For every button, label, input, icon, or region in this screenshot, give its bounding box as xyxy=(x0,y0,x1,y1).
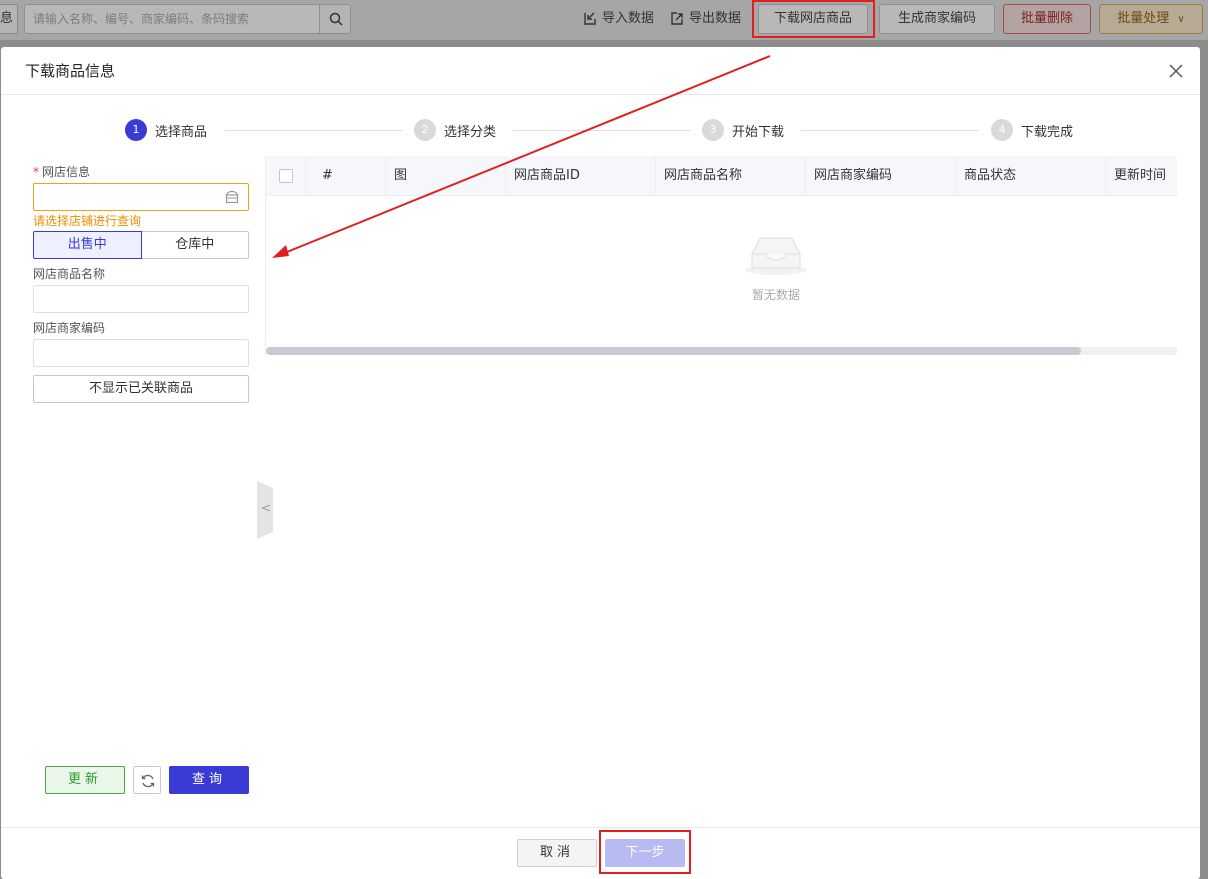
query-button[interactable]: 查询 xyxy=(169,766,249,794)
background-generate-button: 生成商家编码 xyxy=(879,4,995,34)
shop-label-text: 网店信息 xyxy=(42,165,91,179)
select-all-checkbox[interactable] xyxy=(279,169,293,183)
background-search-input: 请输入名称、编号、商家编码、条码搜索 xyxy=(24,4,320,34)
update-button[interactable]: 更新 xyxy=(45,766,125,794)
background-stub-tab: 息 xyxy=(0,4,18,34)
modal-title: 下载商品信息 xyxy=(25,62,116,80)
horizontal-scrollbar[interactable] xyxy=(266,347,1177,355)
stepper: 1 选择商品 2 选择分类 3 开始下载 4 下载完成 xyxy=(1,119,1200,141)
hide-linked-button[interactable]: 不显示已关联商品 xyxy=(33,375,249,403)
modal-header: 下载商品信息 xyxy=(1,47,1200,95)
import-icon xyxy=(584,12,596,25)
column-header-image: 图 xyxy=(386,156,506,196)
column-header-status: 商品状态 xyxy=(956,156,1106,196)
shop-hint: 请选择店铺进行查询 xyxy=(33,214,142,228)
step-label: 下载完成 xyxy=(1021,124,1074,140)
export-icon xyxy=(671,12,683,25)
import-label: 导入数据 xyxy=(602,11,655,26)
product-table: # 图 网店商品ID 网店商品名称 网店商家编码 商品状态 更新时间 暂无数据 xyxy=(265,156,1177,356)
store-icon xyxy=(225,190,239,204)
product-name-input[interactable] xyxy=(33,285,249,313)
background-toolbar: 息 请输入名称、编号、商家编码、条码搜索 导入数据 导出数据 下载网店商品 生成… xyxy=(0,0,1208,40)
background-search-button xyxy=(319,4,351,34)
background-delete-button: 批量删除 xyxy=(1003,4,1091,34)
merchant-code-input[interactable] xyxy=(33,339,249,367)
step-download-complete: 4 下载完成 xyxy=(991,119,1073,141)
refresh-button[interactable] xyxy=(133,766,161,794)
merchant-code-label: 网店商家编码 xyxy=(33,321,106,335)
chevron-left-icon: < xyxy=(261,501,272,515)
empty-text: 暂无数据 xyxy=(751,288,800,302)
status-on-sale-button[interactable]: 出售中 xyxy=(33,231,142,259)
status-toggle: 出售中 仓库中 xyxy=(33,231,249,259)
chevron-down-icon: ∨ xyxy=(1177,14,1185,25)
close-icon xyxy=(1169,64,1183,78)
product-name-label: 网店商品名称 xyxy=(33,267,106,281)
step-number: 1 xyxy=(125,119,147,141)
status-in-stock-button[interactable]: 仓库中 xyxy=(141,231,249,259)
next-step-button[interactable]: 下一步 xyxy=(605,839,685,867)
background-export-link: 导出数据 xyxy=(669,9,741,29)
step-connector xyxy=(225,130,403,131)
background-right-strip xyxy=(1200,40,1208,879)
step-connector xyxy=(801,130,979,131)
refresh-icon xyxy=(141,774,155,788)
step-connector xyxy=(513,130,691,131)
step-label: 选择商品 xyxy=(155,124,208,140)
column-header-product-id: 网店商品ID xyxy=(506,156,656,196)
filter-form: * 网店信息 请选择店铺进行查询 出售中 仓库中 网店商品名称 网店商家编码 不显… xyxy=(33,163,249,403)
search-icon xyxy=(329,12,343,26)
column-header-index: # xyxy=(306,156,386,196)
close-button[interactable] xyxy=(1166,61,1186,81)
step-number: 3 xyxy=(702,119,724,141)
step-select-category: 2 选择分类 xyxy=(414,119,496,141)
collapse-panel-handle[interactable]: < xyxy=(257,481,273,539)
select-all-checkbox-cell xyxy=(266,156,306,196)
step-label: 开始下载 xyxy=(732,124,785,140)
empty-box-icon xyxy=(745,237,807,275)
background-batch-button: 批量处理 ∨ xyxy=(1099,4,1203,34)
step-label: 选择分类 xyxy=(444,124,497,140)
column-header-product-name: 网店商品名称 xyxy=(656,156,806,196)
step-select-products: 1 选择商品 xyxy=(125,119,207,141)
cancel-button[interactable]: 取消 xyxy=(517,839,597,867)
shop-select[interactable] xyxy=(33,183,249,211)
required-mark: * xyxy=(33,165,39,179)
background-download-button: 下载网店商品 xyxy=(758,4,868,34)
step-number: 2 xyxy=(414,119,436,141)
step-number: 4 xyxy=(991,119,1013,141)
table-header: # 图 网店商品ID 网店商品名称 网店商家编码 商品状态 更新时间 xyxy=(266,156,1177,196)
empty-state: 暂无数据 xyxy=(266,196,1177,346)
shop-label: * 网店信息 xyxy=(33,163,249,181)
column-header-updated-time: 更新时间 xyxy=(1114,168,1167,183)
background-import-link: 导入数据 xyxy=(582,9,654,29)
batch-label: 批量处理 xyxy=(1117,11,1170,26)
column-header-merchant-code: 网店商家编码 xyxy=(806,156,956,196)
modal-footer: 取消 下一步 xyxy=(1,827,1200,879)
scrollbar-thumb[interactable] xyxy=(266,347,1081,355)
download-products-modal: 下载商品信息 1 选择商品 2 选择分类 3 开始下载 4 下载完成 * 网店信息 xyxy=(1,47,1200,879)
export-label: 导出数据 xyxy=(689,11,742,26)
step-start-download: 3 开始下载 xyxy=(702,119,784,141)
